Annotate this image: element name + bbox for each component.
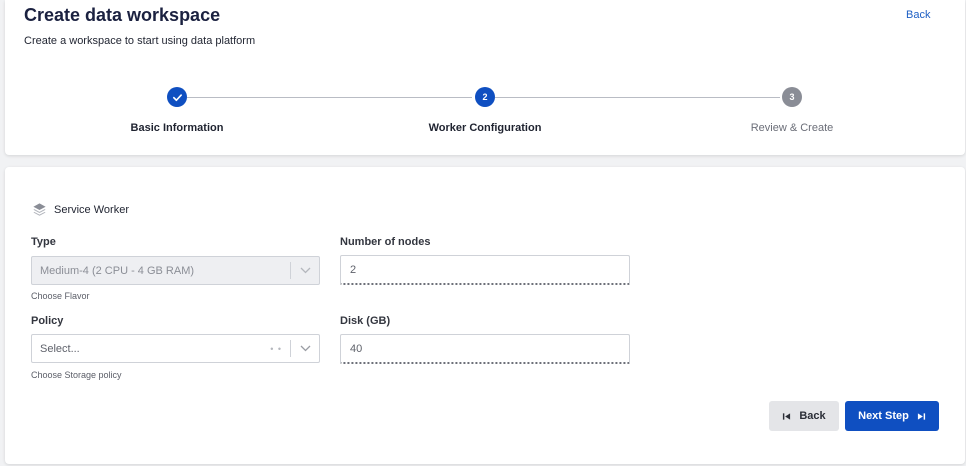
next-step-button-label: Next Step [858, 410, 909, 422]
stepper-connector [495, 97, 780, 98]
type-select-value: Medium-4 (2 CPU - 4 GB RAM) [40, 264, 195, 277]
back-button[interactable]: Back [769, 401, 839, 431]
check-icon [172, 93, 182, 101]
step-2-indicator: 2 [475, 87, 495, 107]
section-header: Service Worker [32, 202, 129, 217]
chevron-down-icon[interactable] [291, 335, 319, 362]
page-title: Create data workspace [24, 5, 221, 25]
next-step-button[interactable]: Next Step [845, 401, 939, 431]
step-3-number: 3 [789, 92, 795, 102]
type-label: Type [31, 236, 56, 248]
step-3-indicator: 3 [782, 87, 802, 107]
policy-select-placeholder: Select... [40, 342, 80, 355]
type-select[interactable]: Medium-4 (2 CPU - 4 GB RAM) [31, 256, 320, 285]
policy-label: Policy [31, 315, 64, 327]
layers-icon [33, 203, 46, 216]
skip-previous-icon [783, 412, 791, 420]
loading-indicator: • • [270, 343, 282, 354]
section-title: Service Worker [54, 203, 129, 216]
policy-select[interactable]: Select... • • [31, 334, 320, 363]
policy-help-text: Choose Storage policy [31, 370, 122, 380]
step-2-number: 2 [482, 92, 488, 102]
back-link[interactable]: Back [906, 9, 930, 21]
step-1-indicator [167, 87, 187, 107]
type-help-text: Choose Flavor [31, 291, 90, 301]
nodes-input[interactable] [340, 255, 630, 285]
worker-form-card: Service Worker Type Medium-4 (2 CPU - 4 … [5, 167, 965, 464]
skip-next-icon [917, 412, 925, 420]
page-subtitle: Create a workspace to start using data p… [24, 35, 256, 47]
step-1-label: Basic Information [130, 122, 224, 134]
back-button-label: Back [799, 410, 826, 422]
header-card: Create data workspace Create a workspace… [5, 0, 965, 155]
step-2-label: Worker Configuration [428, 122, 542, 134]
chevron-down-icon[interactable] [291, 257, 319, 284]
disk-input[interactable] [340, 334, 630, 364]
disk-label: Disk (GB) [340, 315, 391, 327]
stepper-connector [187, 97, 472, 98]
step-3-label: Review & Create [750, 122, 834, 134]
nodes-label: Number of nodes [340, 236, 431, 248]
